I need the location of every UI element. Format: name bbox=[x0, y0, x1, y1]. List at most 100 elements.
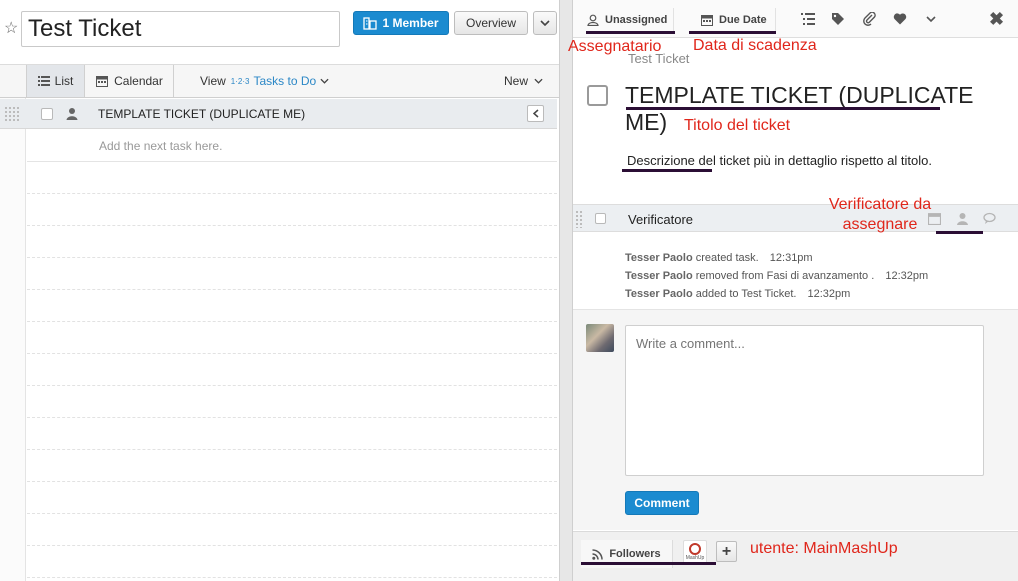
follower-avatar-text: MashUp bbox=[685, 555, 705, 561]
annotation-underline bbox=[586, 31, 675, 34]
new-item-dropdown[interactable]: New bbox=[504, 65, 543, 97]
list-icon bbox=[37, 76, 50, 86]
tab-list-label: List bbox=[54, 74, 74, 88]
drag-handle-icon[interactable] bbox=[4, 106, 20, 122]
members-button-label: 1 Member bbox=[382, 16, 439, 30]
task-details-toggle[interactable] bbox=[527, 105, 544, 122]
due-date-button[interactable]: Due Date bbox=[693, 8, 776, 32]
subtask-row[interactable]: Verificatore bbox=[573, 204, 1018, 232]
drag-handle-icon[interactable] bbox=[575, 210, 583, 228]
ticket-complete-checkbox[interactable] bbox=[587, 85, 608, 106]
rss-icon bbox=[592, 548, 604, 560]
activity-author[interactable]: Tesser Paolo bbox=[625, 252, 693, 264]
tag-icon[interactable] bbox=[831, 12, 845, 26]
person-outline-icon bbox=[587, 14, 599, 26]
comment-input[interactable] bbox=[625, 325, 984, 476]
avatar bbox=[586, 324, 614, 352]
assignee-label: Unassigned bbox=[605, 14, 668, 26]
activity-text: removed from Fasi di avanzamento . bbox=[695, 270, 875, 282]
divider bbox=[27, 449, 557, 450]
divider bbox=[27, 161, 557, 162]
assignee-button[interactable]: Unassigned bbox=[581, 8, 675, 32]
annotation-title: Titolo del ticket bbox=[684, 117, 791, 134]
members-button[interactable]: 1 Member bbox=[353, 11, 449, 35]
divider bbox=[27, 545, 557, 546]
divider bbox=[27, 193, 557, 194]
close-icon[interactable]: ✖ bbox=[989, 9, 1004, 30]
subtasks-icon[interactable] bbox=[801, 12, 815, 26]
comment-section: Comment bbox=[573, 310, 1018, 530]
task-checkbox[interactable] bbox=[41, 108, 53, 120]
star-icon[interactable]: ☆ bbox=[4, 18, 18, 38]
task-detail-pane: Unassigned Due Date ✖ Test Ticket TEMPLA… bbox=[573, 0, 1018, 581]
subtask-title[interactable]: Verificatore bbox=[628, 212, 693, 227]
annotation-verifier-line1: Verificatore da bbox=[828, 196, 932, 213]
task-list-pane: ☆ 1 Member Overview List Calen bbox=[0, 0, 559, 581]
list-toolbar: List Calendar View 1·2·3 Tasks to Do New bbox=[0, 64, 559, 98]
divider bbox=[27, 385, 557, 386]
chevron-down-icon[interactable] bbox=[924, 12, 938, 26]
calendar-icon bbox=[96, 76, 109, 87]
view-filter-value: 1·2·3 Tasks to Do bbox=[231, 74, 329, 88]
activity-time: 12:32pm bbox=[885, 270, 929, 282]
activity-time: 12:32pm bbox=[807, 288, 851, 300]
task-title[interactable]: TEMPLATE TICKET (DUPLICATE ME) bbox=[98, 107, 305, 121]
followers-label: Followers bbox=[609, 548, 661, 560]
plus-icon: + bbox=[721, 542, 732, 560]
view-filter-dropdown[interactable]: View 1·2·3 Tasks to Do bbox=[200, 65, 329, 97]
tab-calendar-label: Calendar bbox=[114, 74, 163, 88]
overview-button-label: Overview bbox=[465, 16, 516, 30]
person-icon[interactable] bbox=[66, 107, 78, 120]
chevron-down-icon bbox=[540, 20, 550, 26]
annotation-verifier-line2: assegnare bbox=[842, 216, 918, 233]
divider bbox=[27, 417, 557, 418]
divider bbox=[27, 257, 557, 258]
project-title-input[interactable] bbox=[21, 11, 340, 47]
activity-text: created task. bbox=[695, 252, 759, 264]
activity-author[interactable]: Tesser Paolo bbox=[625, 270, 693, 282]
follower-avatar[interactable]: MashUp bbox=[683, 540, 707, 564]
more-options-button[interactable] bbox=[533, 11, 557, 35]
divider bbox=[27, 513, 557, 514]
divider bbox=[27, 481, 557, 482]
person-icon[interactable] bbox=[956, 212, 969, 225]
activity-feed: Tesser Paolo created task. 12:31pm Tesse… bbox=[625, 249, 928, 303]
sort-numbers-icon: 1·2·3 bbox=[230, 76, 250, 86]
paperclip-icon[interactable] bbox=[863, 12, 877, 26]
add-task-input[interactable]: Add the next task here. bbox=[99, 139, 222, 153]
heart-icon[interactable] bbox=[893, 12, 907, 26]
building-icon bbox=[363, 17, 378, 30]
view-label: View bbox=[200, 74, 226, 88]
due-date-label: Due Date bbox=[719, 14, 767, 26]
subtask-checkbox[interactable] bbox=[595, 213, 606, 224]
divider bbox=[27, 577, 557, 578]
divider bbox=[27, 289, 557, 290]
annotation-user: utente: MainMashUp bbox=[750, 540, 898, 557]
divider bbox=[27, 353, 557, 354]
annotation-underline bbox=[626, 107, 940, 110]
annotation-verifier: Verificatore da assegnare bbox=[818, 195, 942, 235]
divider bbox=[27, 225, 557, 226]
pane-splitter[interactable] bbox=[559, 0, 573, 581]
annotation-underline bbox=[689, 31, 776, 34]
tab-list[interactable]: List bbox=[26, 65, 85, 97]
overview-button[interactable]: Overview bbox=[454, 11, 528, 35]
comment-button[interactable]: Comment bbox=[625, 491, 699, 515]
calendar-icon bbox=[701, 15, 713, 26]
logo-icon bbox=[689, 543, 701, 555]
activity-author[interactable]: Tesser Paolo bbox=[625, 288, 693, 300]
tab-calendar[interactable]: Calendar bbox=[86, 65, 174, 97]
annotation-due-date: Data di scadenza bbox=[693, 37, 817, 54]
divider bbox=[27, 321, 557, 322]
comment-bubble-icon[interactable] bbox=[983, 212, 996, 225]
activity-text: added to Test Ticket. bbox=[695, 288, 797, 300]
chevron-down-icon bbox=[320, 78, 329, 84]
activity-item: Tesser Paolo created task. 12:31pm bbox=[625, 249, 928, 267]
task-row[interactable]: TEMPLATE TICKET (DUPLICATE ME) bbox=[0, 99, 557, 129]
add-follower-button[interactable]: + bbox=[716, 541, 737, 562]
activity-item: Tesser Paolo added to Test Ticket. 12:32… bbox=[625, 285, 928, 303]
chevron-down-icon bbox=[534, 78, 543, 84]
activity-item: Tesser Paolo removed from Fasi di avanza… bbox=[625, 267, 928, 285]
ticket-description[interactable]: Descrizione del ticket più in dettaglio … bbox=[627, 153, 932, 168]
comment-button-label: Comment bbox=[634, 496, 690, 510]
